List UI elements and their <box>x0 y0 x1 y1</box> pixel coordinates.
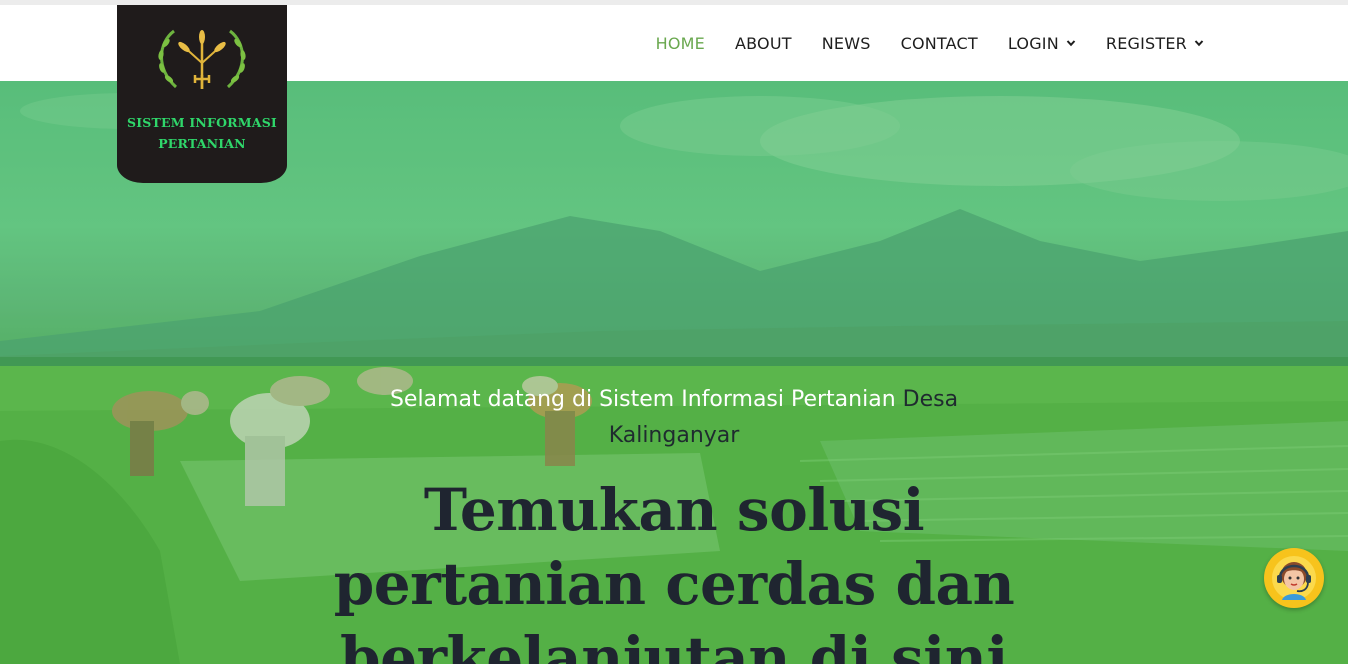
welcome-prefix: Selamat datang di Sistem Informasi Perta… <box>389 387 896 412</box>
welcome-highlight-2: Kalinganyar <box>608 423 740 448</box>
nav-register-label: REGISTER <box>1105 33 1187 53</box>
welcome-highlight-1: Desa <box>902 387 959 412</box>
nav-register-dropdown[interactable]: REGISTER <box>1106 34 1204 53</box>
nav-home-label: HOME <box>655 33 705 53</box>
wheat-wreath-icon <box>158 29 246 89</box>
nav-contact-label: CONTACT <box>900 33 978 53</box>
nav-about[interactable]: ABOUT <box>735 34 792 53</box>
headline-line-1: Temukan solusi <box>423 476 925 544</box>
nav-news[interactable]: NEWS <box>822 34 871 53</box>
welcome-text: Selamat datang di Sistem Informasi Perta… <box>374 382 974 454</box>
nav-home[interactable]: HOME <box>656 34 705 53</box>
nav-contact[interactable]: CONTACT <box>901 34 978 53</box>
nav-login-label: LOGIN <box>1007 33 1059 53</box>
hero-headline: Temukan solusi pertanian cerdas dan berk… <box>330 473 1018 664</box>
brand-line-2: PERTANIAN <box>158 136 246 151</box>
chevron-down-icon <box>1194 40 1204 47</box>
nav-login-dropdown[interactable]: LOGIN <box>1008 34 1076 53</box>
nav-menu: HOME ABOUT NEWS CONTACT LOGIN REGISTER <box>626 5 1204 81</box>
brand-name: SISTEM INFORMASI PERTANIAN <box>117 112 287 154</box>
headline-line-2: pertanian cerdas dan <box>333 550 1015 618</box>
nav-about-label: ABOUT <box>735 33 792 53</box>
nav-news-label: NEWS <box>821 33 871 53</box>
brand-line-1: SISTEM INFORMASI <box>127 115 277 130</box>
headline-line-3: berkelanjutan di sini <box>340 624 1008 664</box>
chat-support-button[interactable] <box>1264 548 1324 608</box>
site-logo[interactable]: SISTEM INFORMASI PERTANIAN <box>117 5 287 183</box>
customer-support-agent-icon <box>1267 551 1321 605</box>
chevron-down-icon <box>1066 40 1076 47</box>
